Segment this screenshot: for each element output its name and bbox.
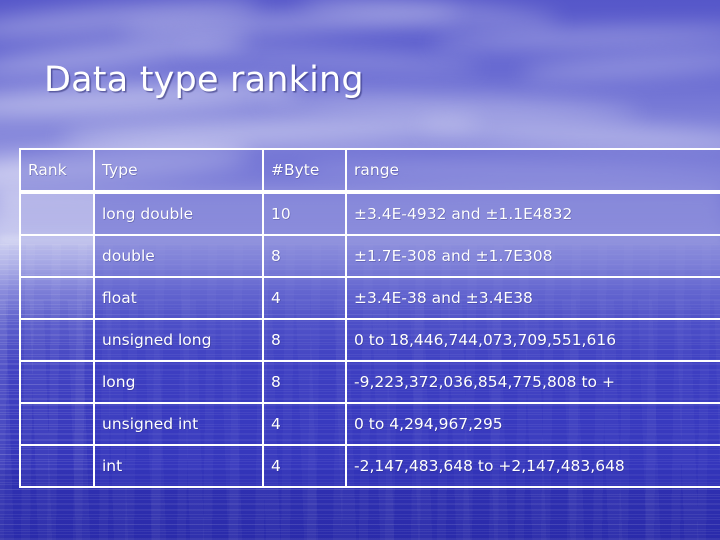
- column-header-range: range: [347, 148, 720, 192]
- cell-bytes: 8: [264, 320, 347, 362]
- data-type-table: Rank Type #Byte range long double 10 ±3.…: [19, 148, 720, 488]
- cell-type: int: [95, 446, 264, 488]
- cell-bytes: 8: [264, 236, 347, 278]
- cell-rank: [19, 192, 95, 236]
- table-row: unsigned int 4 0 to 4,294,967,295: [19, 404, 720, 446]
- slide-canvas: Data type ranking Rank Type #Byte range …: [0, 0, 720, 540]
- table-row: long 8 -9,223,372,036,854,775,808 to +: [19, 362, 720, 404]
- cell-type: long: [95, 362, 264, 404]
- cell-range: -2,147,483,648 to +2,147,483,648: [347, 446, 720, 488]
- slide-title: Data type ranking: [44, 60, 364, 100]
- cell-type: unsigned int: [95, 404, 264, 446]
- cell-type: double: [95, 236, 264, 278]
- cell-rank: [19, 446, 95, 488]
- cell-rank: [19, 278, 95, 320]
- cell-range: 0 to 18,446,744,073,709,551,616: [347, 320, 720, 362]
- table-row: int 4 -2,147,483,648 to +2,147,483,648: [19, 446, 720, 488]
- cell-type: long double: [95, 192, 264, 236]
- column-header-rank: Rank: [19, 148, 95, 192]
- cell-rank: [19, 362, 95, 404]
- table-row: float 4 ±3.4E-38 and ±3.4E38: [19, 278, 720, 320]
- column-header-byte: #Byte: [264, 148, 347, 192]
- table-row: long double 10 ±3.4E-4932 and ±1.1E4832: [19, 192, 720, 236]
- cell-rank: [19, 404, 95, 446]
- table-row: double 8 ±1.7E-308 and ±1.7E308: [19, 236, 720, 278]
- table-header-row: Rank Type #Byte range: [19, 148, 720, 192]
- cell-type: float: [95, 278, 264, 320]
- cell-range: ±3.4E-4932 and ±1.1E4832: [347, 192, 720, 236]
- cell-range: ±1.7E-308 and ±1.7E308: [347, 236, 720, 278]
- cell-bytes: 8: [264, 362, 347, 404]
- cell-range: 0 to 4,294,967,295: [347, 404, 720, 446]
- table-header: Rank Type #Byte range: [19, 148, 720, 192]
- cell-type: unsigned long: [95, 320, 264, 362]
- cell-rank: [19, 236, 95, 278]
- cell-bytes: 4: [264, 278, 347, 320]
- column-header-type: Type: [95, 148, 264, 192]
- cell-range: -9,223,372,036,854,775,808 to +: [347, 362, 720, 404]
- cell-bytes: 10: [264, 192, 347, 236]
- cell-bytes: 4: [264, 404, 347, 446]
- cell-bytes: 4: [264, 446, 347, 488]
- table-body: long double 10 ±3.4E-4932 and ±1.1E4832 …: [19, 192, 720, 488]
- cell-range: ±3.4E-38 and ±3.4E38: [347, 278, 720, 320]
- cell-rank: [19, 320, 95, 362]
- table-row: unsigned long 8 0 to 18,446,744,073,709,…: [19, 320, 720, 362]
